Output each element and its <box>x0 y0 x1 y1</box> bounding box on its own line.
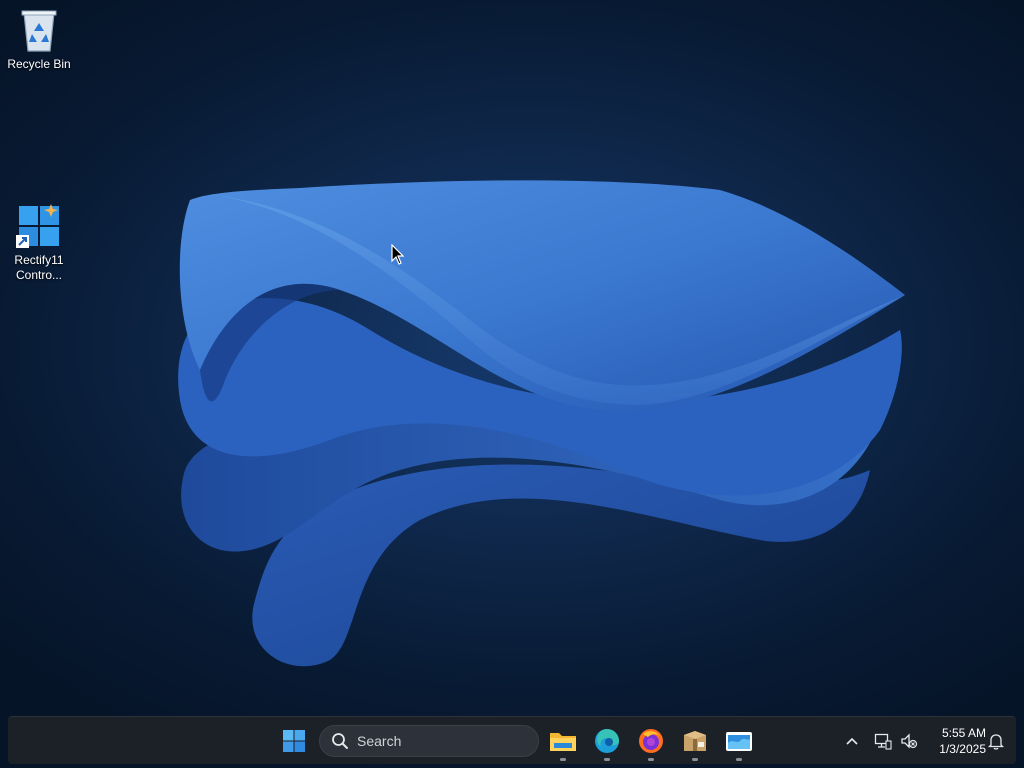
chevron-up-icon <box>846 737 858 745</box>
mouse-cursor-icon <box>391 244 405 265</box>
rectify11-control-shortcut[interactable]: Rectify11 Contro... <box>0 202 78 283</box>
recycle-bin-shortcut[interactable]: Recycle Bin <box>0 6 78 72</box>
taskbar-firefox[interactable] <box>633 723 669 761</box>
notification-center-button[interactable] <box>985 730 1007 752</box>
file-explorer-icon <box>550 733 576 751</box>
start-button[interactable] <box>276 723 312 759</box>
search-label: Search <box>357 733 402 749</box>
recycle-bin-label: Recycle Bin <box>7 57 71 71</box>
clock-date: 1/3/2025 <box>939 742 986 756</box>
wallpaper-bloom <box>178 180 905 667</box>
firefox-icon <box>639 729 663 753</box>
volume-muted-icon <box>901 733 918 749</box>
taskbar-control-app[interactable] <box>721 723 757 761</box>
taskbar-package-app[interactable] <box>677 723 713 761</box>
network-status-button[interactable] <box>872 730 894 752</box>
recycle-bin-icon <box>15 6 63 54</box>
running-indicator <box>604 758 610 761</box>
rectify11-control-panel-icon <box>15 202 63 250</box>
bell-icon <box>988 734 1004 750</box>
running-indicator <box>692 758 698 761</box>
clock-time: 5:55 AM <box>941 726 986 740</box>
search-box[interactable]: Search <box>319 725 539 757</box>
clock[interactable]: 5:55 AM 1/3/2025 <box>926 725 986 757</box>
taskbar-edge[interactable] <box>589 723 625 761</box>
volume-button[interactable] <box>898 730 920 752</box>
running-indicator <box>736 758 742 761</box>
package-icon <box>684 731 706 751</box>
edge-icon <box>595 729 619 753</box>
rectify11-label-line2: Contro... <box>15 268 63 282</box>
desktop[interactable]: Recycle Bin Rectify11 Contro... Search 5… <box>0 0 1024 768</box>
taskbar: Search 5:55 AM 1/3/2025 <box>8 716 1016 764</box>
search-icon <box>332 733 348 749</box>
network-icon <box>874 733 892 750</box>
windows-start-icon <box>283 730 305 752</box>
show-hidden-icons-button[interactable] <box>841 730 863 752</box>
rectify11-label-line1: Rectify11 <box>14 253 64 267</box>
taskbar-file-explorer[interactable] <box>545 723 581 761</box>
running-indicator <box>560 758 566 761</box>
running-indicator <box>648 758 654 761</box>
control-panel-icon <box>726 732 752 751</box>
